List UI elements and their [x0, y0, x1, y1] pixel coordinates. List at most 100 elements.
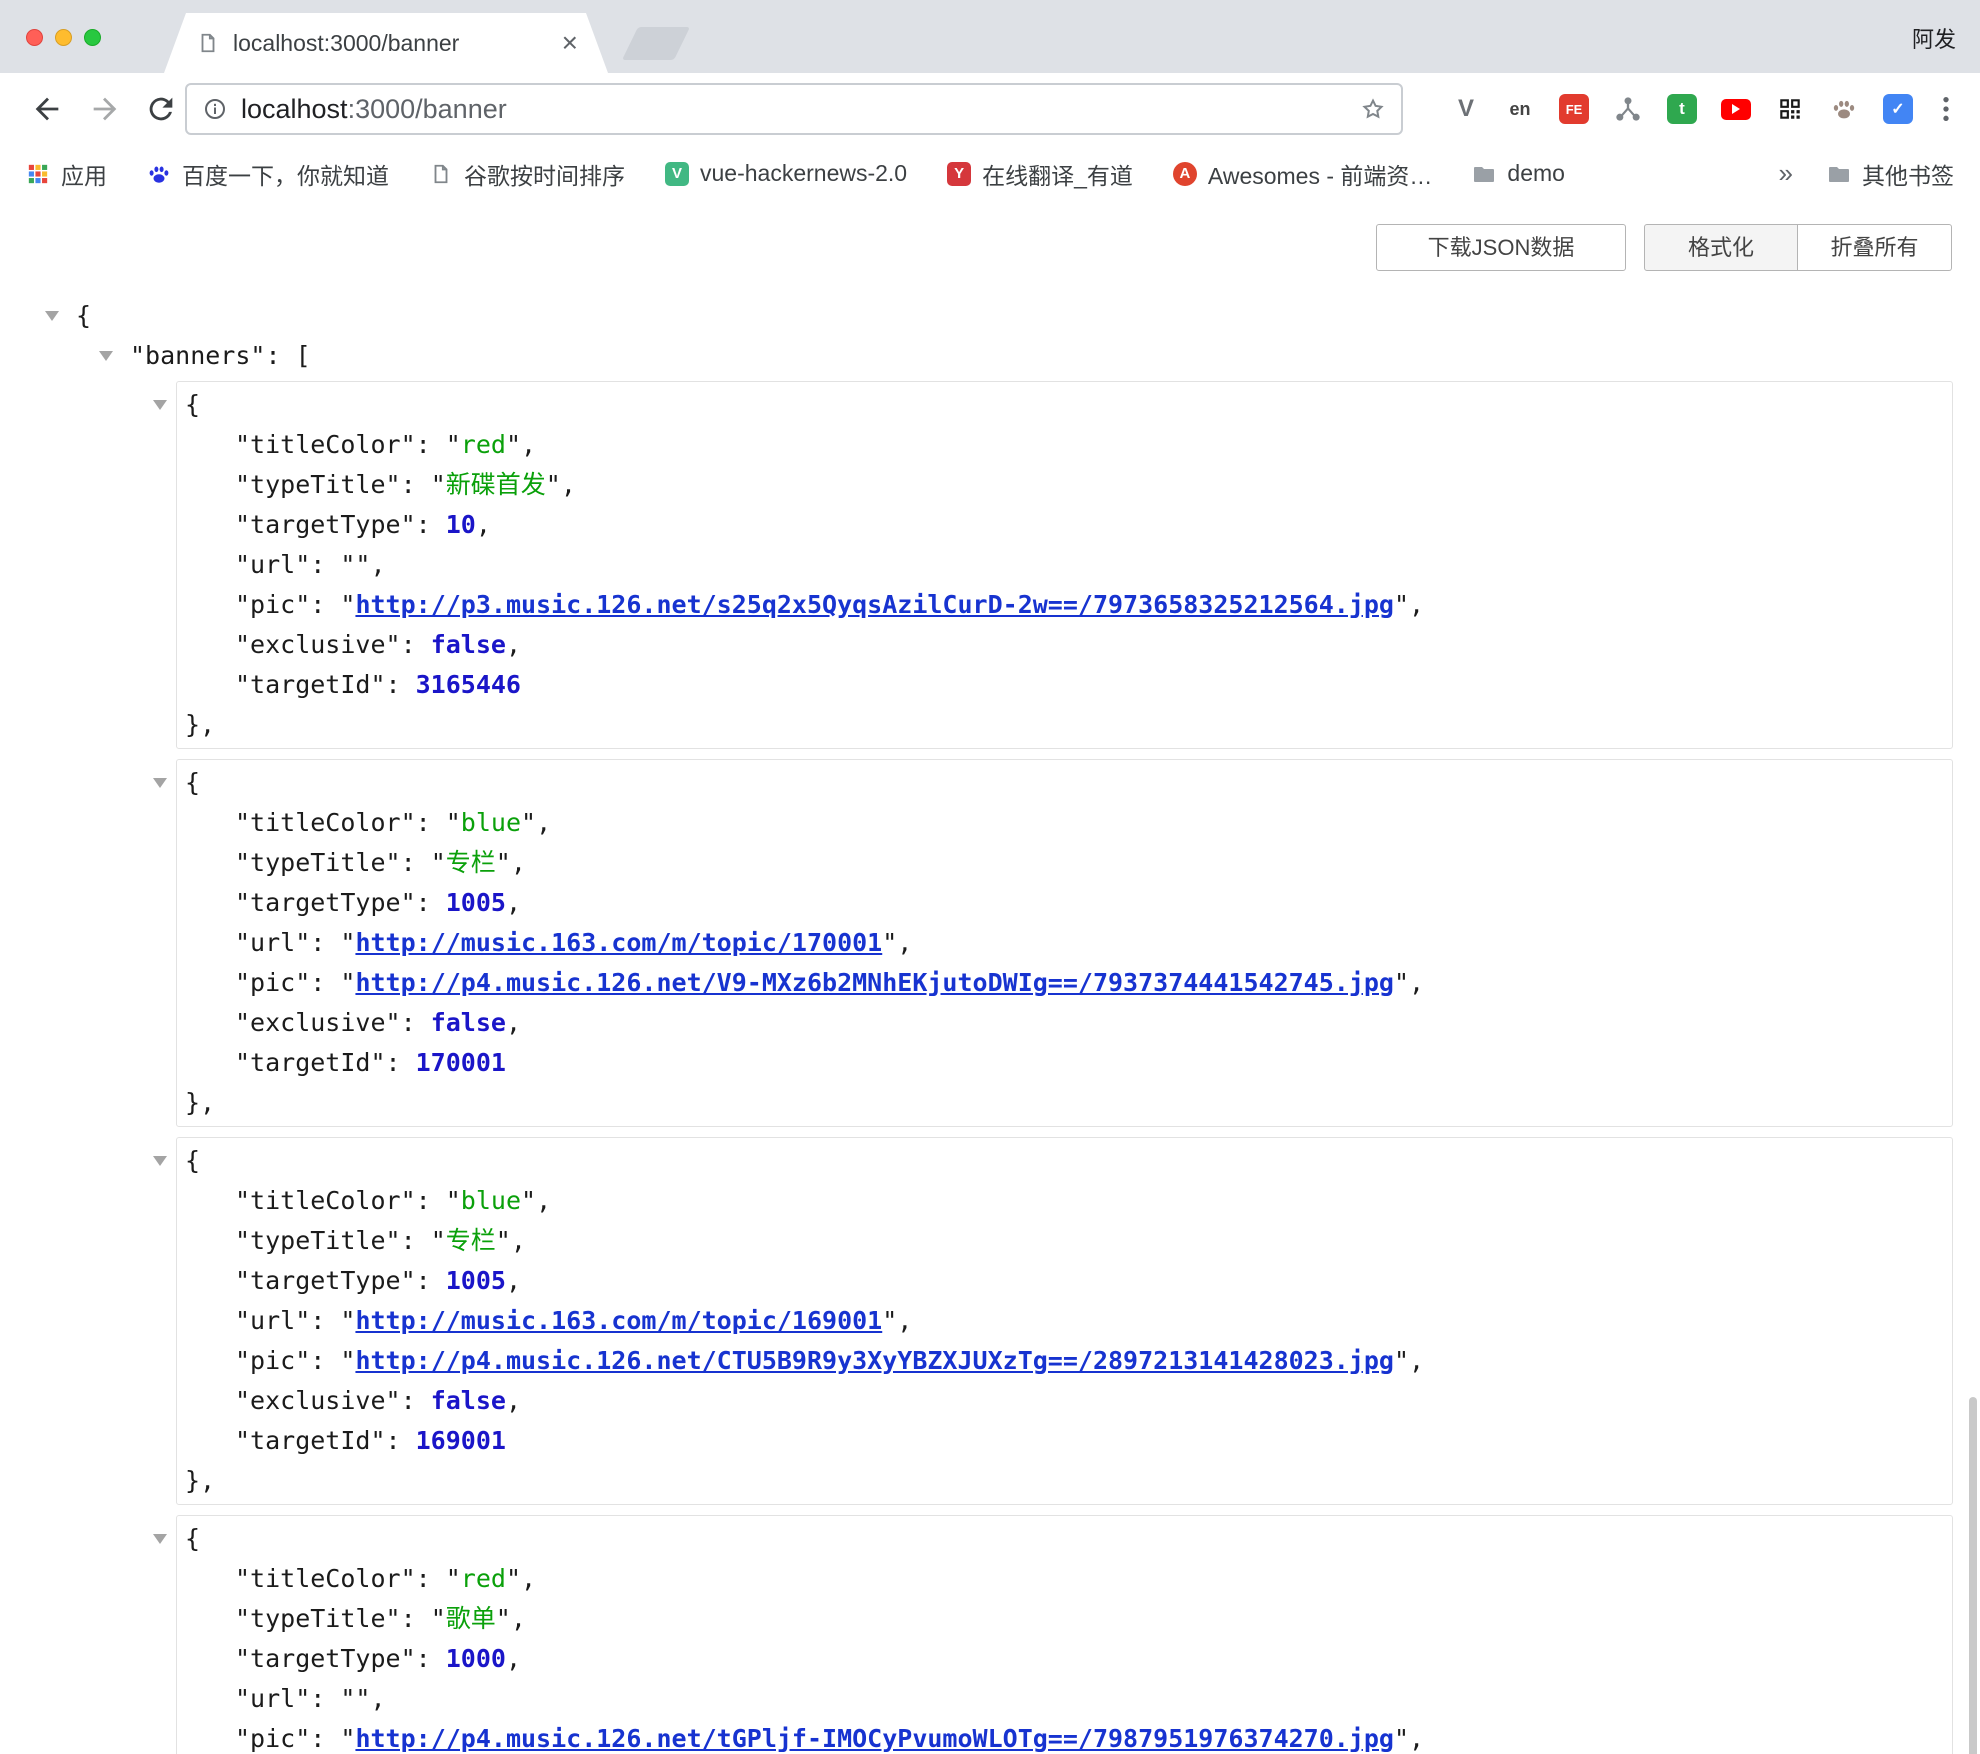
json-token: : [401, 470, 431, 499]
address-bar[interactable]: localhost:3000/banner [185, 83, 1403, 135]
blue-shield-extension-icon[interactable]: ✓ [1882, 93, 1914, 125]
qr-code-extension-icon[interactable] [1774, 93, 1806, 125]
bookmark-google-sort[interactable]: 谷歌按时间排序 [429, 157, 625, 191]
json-token: " [1394, 1724, 1409, 1753]
json-tree: {"banners": [{"titleColor": "red","typeT… [0, 296, 1980, 1754]
json-object-open-line: { [177, 1141, 1952, 1181]
json-token: "titleColor" [235, 808, 416, 837]
bookmark-label: demo [1507, 160, 1565, 187]
json-token: " [431, 1226, 446, 1255]
window-minimize-button[interactable] [55, 29, 72, 46]
json-property-line: "targetId": 169001 [177, 1421, 1952, 1461]
url-path: :3000/banner [348, 94, 507, 124]
json-url-link[interactable]: http://p3.music.126.net/s25q2x5QyqsAzilC… [355, 590, 1394, 619]
paw-extension-icon[interactable] [1828, 93, 1860, 125]
json-token: , [1409, 968, 1424, 997]
url-text: localhost:3000/banner [241, 94, 507, 125]
json-token: false [431, 1386, 506, 1415]
json-url-link[interactable]: http://music.163.com/m/topic/170001 [355, 928, 882, 957]
json-url-link[interactable]: http://p4.music.126.net/tGPljf-IMOCyPvum… [355, 1724, 1394, 1753]
json-token: , [897, 928, 912, 957]
browser-menu-kebab-icon[interactable] [1930, 93, 1962, 125]
json-url-link[interactable]: http://p4.music.126.net/V9-MXz6b2MNhEKju… [355, 968, 1394, 997]
new-tab-button[interactable] [622, 27, 690, 60]
json-object-close-line: }, [177, 705, 1952, 745]
json-property-line: "exclusive": false, [177, 1381, 1952, 1421]
json-token: , [506, 1266, 521, 1295]
json-property-line: "url": "http://music.163.com/m/topic/169… [177, 1301, 1952, 1341]
youtube-extension-icon[interactable] [1720, 93, 1752, 125]
json-token: , [521, 1564, 536, 1593]
json-token: " [1394, 1346, 1409, 1375]
download-json-button[interactable]: 下载JSON数据 [1376, 224, 1626, 271]
json-token: "url" [235, 550, 310, 579]
collapse-toggle-icon[interactable] [153, 778, 167, 788]
json-property-line: "targetType": 1005, [177, 1261, 1952, 1301]
browser-tab[interactable]: localhost:3000/banner × [164, 13, 608, 73]
profile-name[interactable]: 阿发 [1912, 22, 1956, 54]
youdao-icon: Y [947, 162, 971, 186]
bookmark-star-icon[interactable] [1361, 97, 1385, 121]
json-url-link[interactable]: http://p4.music.126.net/CTU5B9R9y3XyYBZX… [355, 1346, 1394, 1375]
bookmark-label: 百度一下，你就知道 [182, 157, 389, 191]
green-extension-icon[interactable]: t [1666, 93, 1698, 125]
json-token: "exclusive" [235, 1386, 401, 1415]
json-token: " [431, 848, 446, 877]
fehelper-extension-icon[interactable]: FE [1558, 93, 1590, 125]
bookmark-awesomes[interactable]: A Awesomes - 前端资… [1173, 157, 1433, 191]
collapse-toggle-icon[interactable] [153, 1156, 167, 1166]
json-token: "url" [235, 928, 310, 957]
json-token: 专栏 [446, 1226, 496, 1255]
json-token: : [416, 1644, 446, 1673]
json-token: red [461, 1564, 506, 1593]
bookmark-vue-hackernews[interactable]: V vue-hackernews-2.0 [665, 160, 907, 187]
json-token: : [310, 1306, 340, 1335]
json-token: { [185, 1146, 200, 1175]
collapse-toggle-icon[interactable] [153, 400, 167, 410]
bookmark-baidu[interactable]: 百度一下，你就知道 [147, 157, 389, 191]
json-property-line: "titleColor": "red", [177, 1559, 1952, 1599]
bookmark-apps[interactable]: 应用 [26, 157, 107, 191]
json-object-2: {"titleColor": "blue","typeTitle": "专栏",… [176, 1137, 1953, 1505]
json-token: , [511, 1604, 526, 1633]
format-button[interactable]: 格式化 [1644, 224, 1798, 271]
json-token: }, [185, 1466, 215, 1495]
bookmark-demo-folder[interactable]: demo [1472, 160, 1565, 187]
json-url-link[interactable]: http://music.163.com/m/topic/169001 [355, 1306, 882, 1335]
json-token: " [521, 808, 536, 837]
json-property-line: "targetType": 10, [177, 505, 1952, 545]
json-token: : [386, 670, 416, 699]
json-token: " [506, 430, 521, 459]
bookmarks-overflow-chevron[interactable]: » [1779, 158, 1793, 189]
window-zoom-button[interactable] [84, 29, 101, 46]
translate-extension-icon[interactable]: en [1504, 93, 1536, 125]
page-info-icon[interactable] [203, 97, 227, 121]
back-button[interactable] [30, 92, 64, 126]
collapse-all-button[interactable]: 折叠所有 [1798, 224, 1952, 271]
json-object-3: {"titleColor": "red","typeTitle": "歌单","… [176, 1515, 1953, 1754]
reload-button[interactable] [144, 92, 178, 126]
collapse-toggle-icon[interactable] [45, 311, 59, 321]
json-property-line: "exclusive": false, [177, 1003, 1952, 1043]
collapse-toggle-icon[interactable] [153, 1534, 167, 1544]
other-bookmarks[interactable]: 其他书签 [1827, 157, 1954, 191]
collapse-toggle-icon[interactable] [99, 351, 113, 361]
json-token: "pic" [235, 1724, 310, 1753]
json-token: : [416, 1266, 446, 1295]
window-close-button[interactable] [26, 29, 43, 46]
bookmark-youdao-translate[interactable]: Y 在线翻译_有道 [947, 157, 1133, 191]
json-token: : [310, 1724, 340, 1753]
bookmark-label: 谷歌按时间排序 [464, 157, 625, 191]
json-token: "targetType" [235, 888, 416, 917]
json-token: , [476, 510, 491, 539]
tab-close-icon[interactable]: × [562, 29, 578, 57]
bookmark-label: 应用 [61, 157, 107, 191]
org-chart-extension-icon[interactable] [1612, 93, 1644, 125]
json-token: " [506, 1564, 521, 1593]
forward-button[interactable] [88, 92, 122, 126]
scrollbar-thumb[interactable] [1969, 1397, 1977, 1754]
gray-v-extension-icon[interactable]: V [1450, 93, 1482, 125]
awesomes-icon: A [1173, 162, 1197, 186]
json-token: false [431, 630, 506, 659]
url-host: localhost [241, 94, 348, 124]
